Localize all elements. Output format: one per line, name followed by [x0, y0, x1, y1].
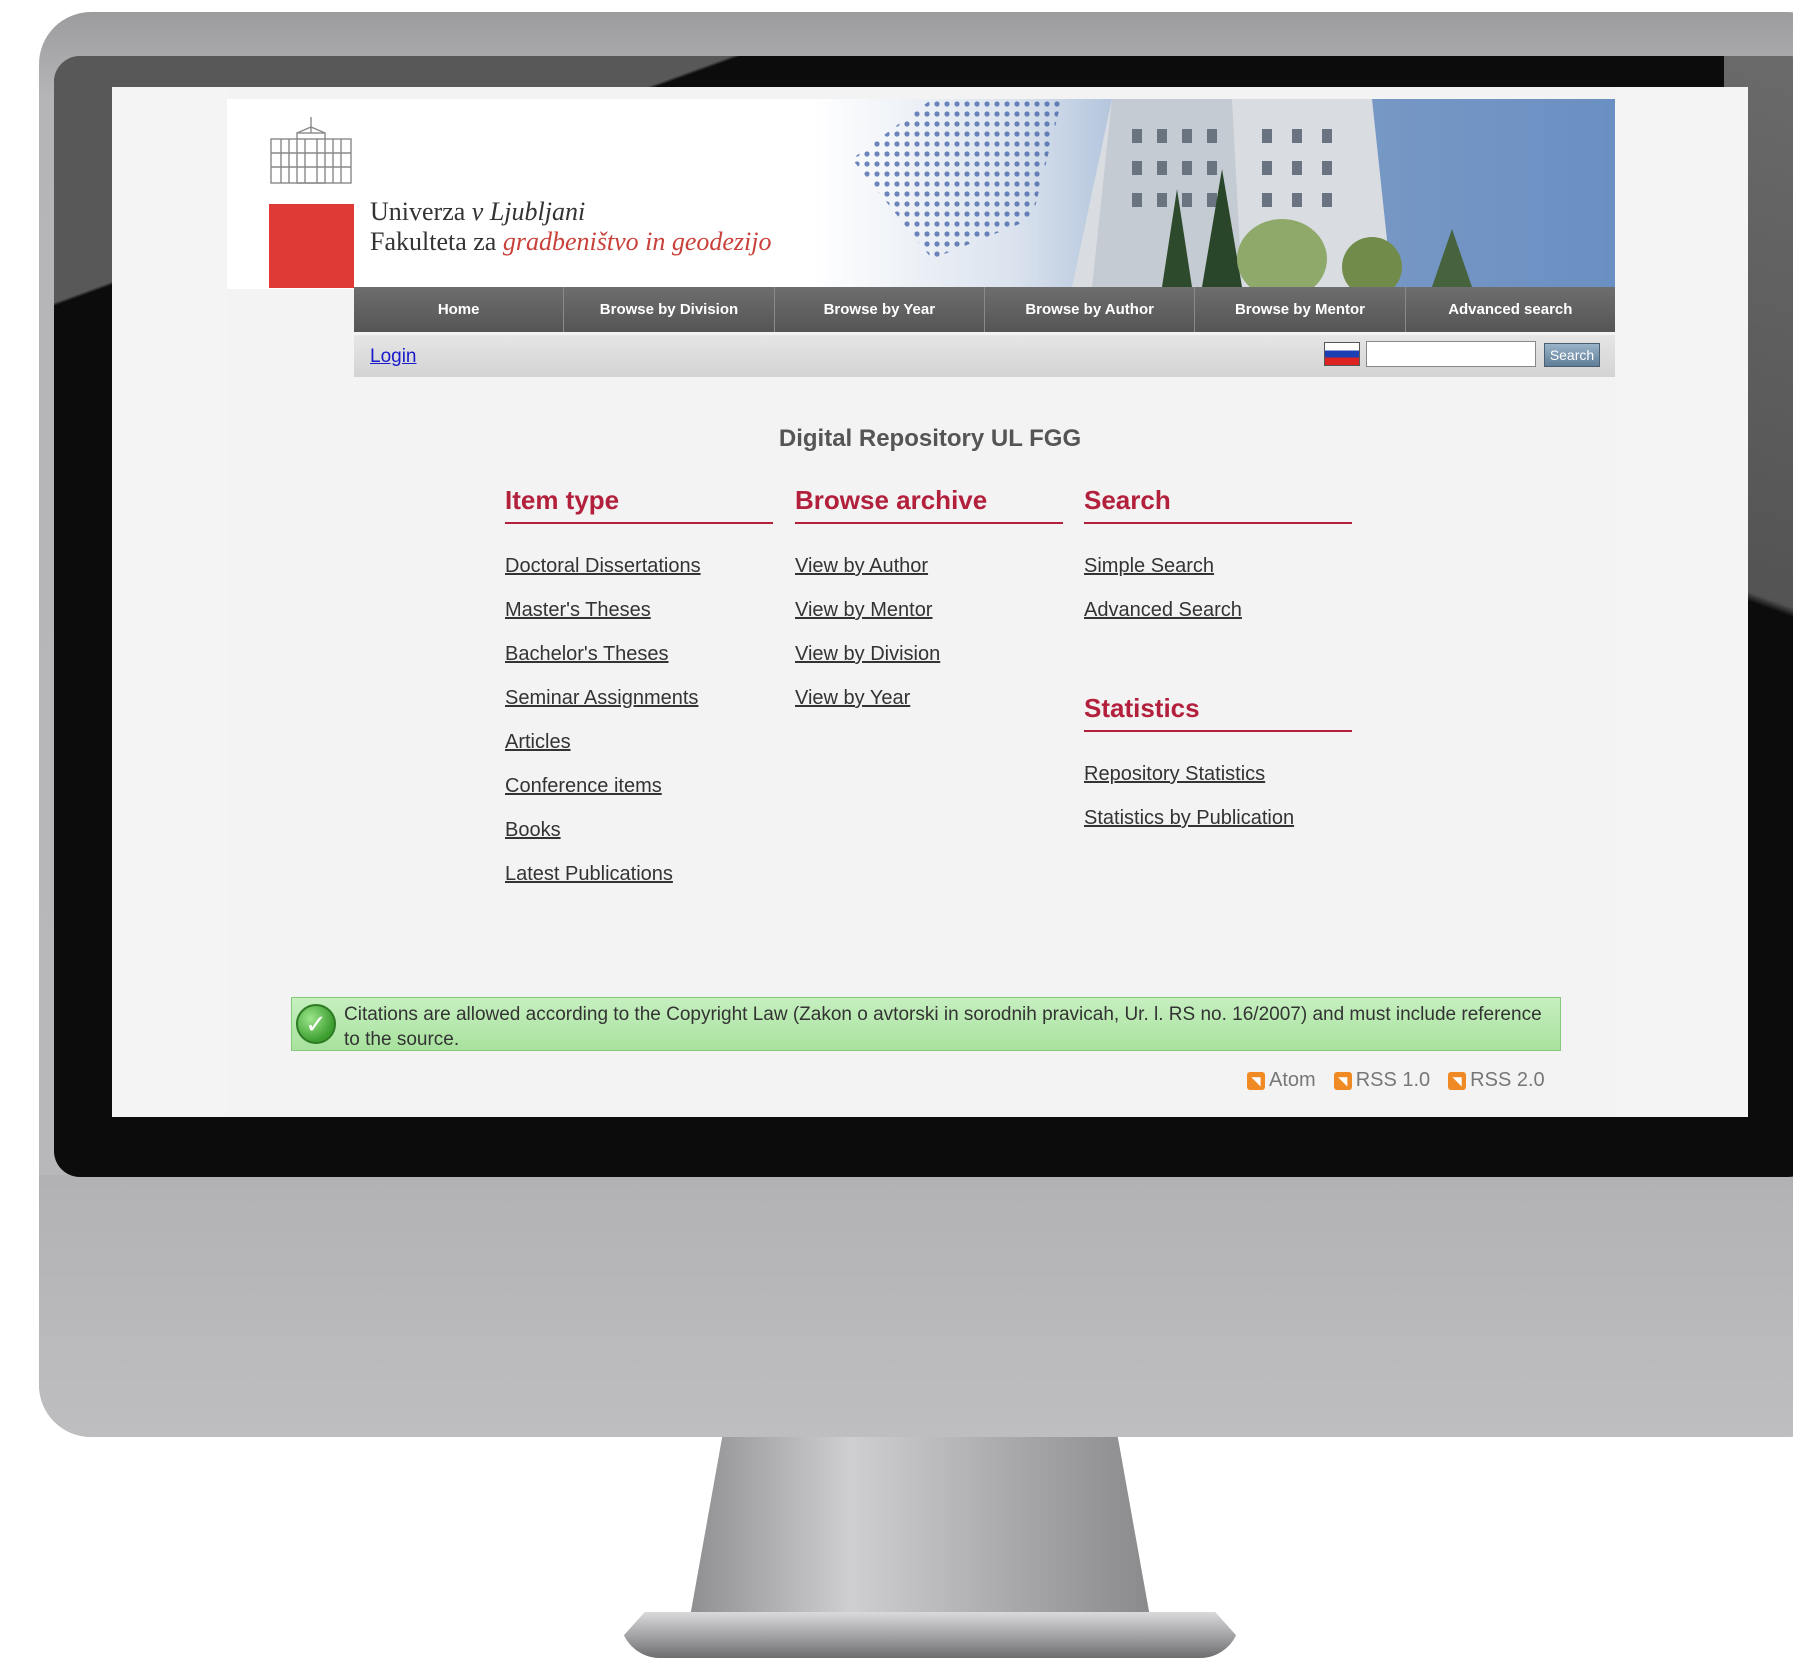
slovenian-flag-icon[interactable] [1324, 342, 1360, 366]
search-button[interactable]: Search [1544, 343, 1600, 367]
login-bar: Login Search [354, 335, 1615, 377]
link-articles[interactable]: Articles [505, 730, 773, 754]
nav-advanced-search[interactable]: Advanced search [1406, 287, 1615, 332]
item-type-heading: Item type [505, 485, 773, 524]
link-statistics-by-publication[interactable]: Statistics by Publication [1084, 806, 1352, 830]
link-advanced-search[interactable]: Advanced Search [1084, 598, 1352, 622]
link-view-by-author[interactable]: View by Author [795, 554, 1063, 578]
university-name: Univerza v Ljubljani [370, 197, 586, 226]
feed-links: ◥ Atom ◥ RSS 1.0 ◥ RSS 2.0 [1247, 1069, 1545, 1092]
monitor-stand-base [620, 1612, 1240, 1658]
nav-home[interactable]: Home [354, 287, 565, 332]
rss-icon: ◥ [1448, 1071, 1467, 1090]
monitor-chin [39, 1175, 1793, 1437]
check-icon: ✓ [296, 1004, 336, 1044]
feed-atom[interactable]: ◥ Atom [1247, 1069, 1316, 1092]
statistics-column: Statistics Repository Statistics Statist… [1084, 693, 1352, 830]
link-repository-statistics[interactable]: Repository Statistics [1084, 762, 1352, 786]
statistics-heading: Statistics [1084, 693, 1352, 732]
link-view-by-division[interactable]: View by Division [795, 642, 1063, 666]
link-simple-search[interactable]: Simple Search [1084, 554, 1352, 578]
university-building-icon [270, 117, 352, 184]
item-type-column: Item type Doctoral Dissertations Master'… [505, 485, 773, 886]
login-link[interactable]: Login [370, 346, 417, 368]
link-books[interactable]: Books [505, 818, 773, 842]
feed-atom-label: Atom [1269, 1069, 1316, 1091]
screen: Univerza v Ljubljani Fakulteta za gradbe… [112, 87, 1748, 1117]
link-view-by-mentor[interactable]: View by Mentor [795, 598, 1063, 622]
faculty-name: Fakulteta za gradbeništvo in geodezijo [370, 227, 772, 256]
feed-rss1-label: RSS 1.0 [1355, 1069, 1431, 1091]
nav-browse-year[interactable]: Browse by Year [775, 287, 985, 332]
rss-icon: ◥ [1333, 1071, 1352, 1090]
citation-notice: ✓ Citations are allowed according to the… [291, 997, 1561, 1051]
link-doctoral-dissertations[interactable]: Doctoral Dissertations [505, 554, 773, 578]
browse-archive-heading: Browse archive [795, 485, 1063, 524]
main-nav: Home Browse by Division Browse by Year B… [354, 287, 1615, 332]
link-conference-items[interactable]: Conference items [505, 774, 773, 798]
search-input[interactable] [1366, 341, 1536, 367]
feed-rss1[interactable]: ◥ RSS 1.0 [1333, 1069, 1431, 1092]
nav-browse-division[interactable]: Browse by Division [564, 287, 775, 332]
monitor-stand-neck [690, 1437, 1150, 1617]
link-view-by-year[interactable]: View by Year [795, 686, 1063, 710]
browse-archive-column: Browse archive View by Author View by Me… [795, 485, 1063, 710]
nav-browse-mentor[interactable]: Browse by Mentor [1195, 287, 1406, 332]
link-masters-theses[interactable]: Master's Theses [505, 598, 773, 622]
feed-rss2-label: RSS 2.0 [1470, 1069, 1545, 1091]
header-building-photo [812, 99, 1615, 287]
link-bachelors-theses[interactable]: Bachelor's Theses [505, 642, 773, 666]
nav-browse-author[interactable]: Browse by Author [985, 287, 1196, 332]
link-seminar-assignments[interactable]: Seminar Assignments [505, 686, 773, 710]
university-logo-red-block [269, 204, 354, 288]
link-latest-publications[interactable]: Latest Publications [505, 862, 773, 886]
rss-icon: ◥ [1247, 1071, 1265, 1090]
search-heading: Search [1084, 485, 1352, 524]
search-column: Search Simple Search Advanced Search [1084, 485, 1352, 622]
citation-text: Citations are allowed according to the C… [344, 1004, 1542, 1050]
page-title: Digital Repository UL FGG [778, 425, 1082, 452]
feed-rss2[interactable]: ◥ RSS 2.0 [1448, 1069, 1545, 1092]
